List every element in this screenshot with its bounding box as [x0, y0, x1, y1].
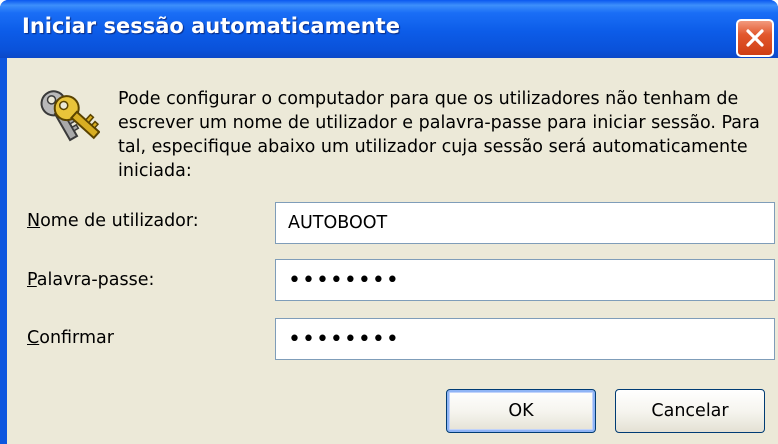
username-input[interactable]: [275, 202, 775, 244]
dialog-body: Pode configurar o computador para que os…: [7, 58, 778, 444]
title-bar[interactable]: Iniciar sessão automaticamente: [0, 0, 778, 58]
password-label: Palavra-passe:: [27, 270, 154, 290]
password-label-mnemonic: P: [27, 270, 37, 290]
close-icon: [746, 29, 764, 47]
dialog-description: Pode configurar o computador para que os…: [118, 89, 760, 181]
confirm-label: Confirmar: [27, 328, 114, 348]
confirm-password-input[interactable]: [275, 318, 775, 360]
ok-button[interactable]: OK: [446, 389, 596, 433]
password-label-text: alavra-passe:: [36, 270, 155, 290]
window-title: Iniciar sessão automaticamente: [22, 14, 400, 38]
keys-icon: [40, 90, 100, 142]
confirm-label-text: onfirmar: [39, 328, 114, 348]
username-label-text: ome de utilizador:: [40, 211, 199, 231]
password-input[interactable]: [275, 259, 775, 301]
username-label: Nome de utilizador:: [27, 211, 199, 231]
close-button[interactable]: [736, 19, 774, 57]
login-dialog: Iniciar sessão automaticamente Pode conf…: [0, 0, 778, 444]
confirm-label-mnemonic: C: [27, 328, 40, 348]
username-label-mnemonic: N: [27, 211, 41, 231]
cancel-button[interactable]: Cancelar: [615, 389, 765, 433]
